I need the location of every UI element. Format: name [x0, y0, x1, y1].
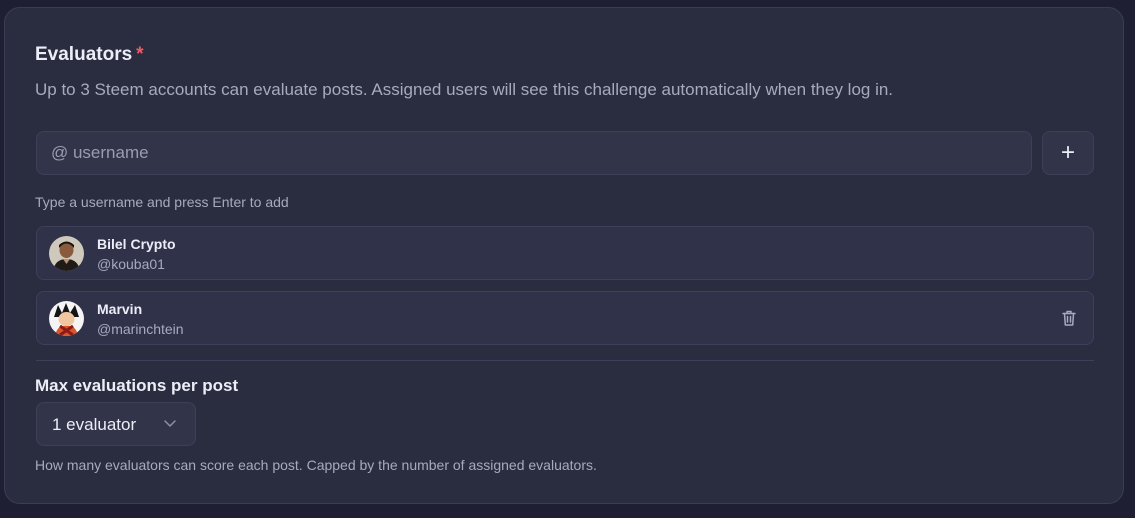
evaluator-handle: @kouba01 [97, 256, 165, 272]
evaluator-name: Marvin [97, 301, 143, 317]
max-evaluations-title: Max evaluations per post [35, 376, 239, 395]
max-evaluations-value: 1 evaluator [52, 415, 137, 434]
username-input[interactable] [36, 131, 1032, 175]
evaluators-card: Evaluators * Up to 3 Steem accounts can e… [4, 7, 1124, 504]
avatar-anime-icon [49, 301, 84, 336]
required-mark: * [136, 44, 144, 65]
max-evaluations-help: How many evaluators can score each post.… [35, 457, 597, 473]
add-evaluator-button[interactable]: + [1042, 131, 1094, 175]
evaluator-name: Bilel Crypto [97, 236, 176, 252]
evaluator-row: Bilel Crypto @kouba01 [36, 226, 1094, 280]
max-evaluations-select[interactable]: 1 evaluator [36, 402, 196, 446]
evaluators-description: Up to 3 Steem accounts can evaluate post… [35, 80, 894, 99]
chevron-down-icon [164, 420, 176, 427]
evaluator-handle: @marinchtein [97, 321, 184, 337]
trash-icon[interactable] [1059, 308, 1079, 328]
username-hint: Type a username and press Enter to add [35, 194, 289, 210]
section-divider [36, 360, 1094, 361]
evaluators-title: Evaluators [35, 44, 133, 65]
evaluator-row: Marvin @marinchtein [36, 291, 1094, 345]
avatar-photo-icon [49, 236, 84, 271]
evaluators-heading: Evaluators * [35, 44, 144, 66]
